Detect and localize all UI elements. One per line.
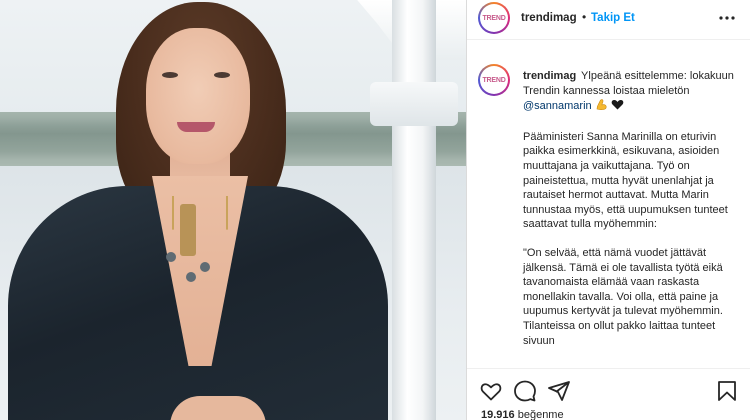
person-face <box>146 28 250 164</box>
person-eye-left <box>162 72 178 78</box>
caption-paragraph-3: "On selvää, että nämä vuodet jättävät jä… <box>523 246 723 347</box>
likes-number: 19.916 <box>481 409 515 420</box>
background-pillar-cap <box>370 82 458 126</box>
caption-first-paragraph: trendimag Ylpeänä esittelemme: lokakuun … <box>523 69 745 116</box>
avatar-logo: TREND <box>480 4 508 32</box>
comment-icon[interactable] <box>513 379 537 403</box>
header-username[interactable]: trendimag <box>521 12 577 24</box>
flexed-biceps-emoji-icon <box>595 98 608 116</box>
more-horizontal-icon[interactable] <box>717 8 737 28</box>
necklace-charm <box>200 262 210 272</box>
necklace-charm <box>186 272 196 282</box>
post-header: TREND trendimag • Takip Et <box>467 0 750 40</box>
likes-count[interactable]: 19.916 beğenme <box>481 409 564 420</box>
person-eye-right <box>214 72 230 78</box>
post-sidebar: TREND trendimag • Takip Et TREND trendim… <box>466 0 750 420</box>
person-hands <box>170 396 266 420</box>
background-pillar <box>392 0 436 420</box>
post-photo[interactable] <box>0 0 466 420</box>
share-icon[interactable] <box>547 379 571 403</box>
caption-avatar[interactable]: TREND <box>478 64 510 96</box>
black-heart-emoji-icon <box>611 98 624 116</box>
caption-area: TREND trendimag Ylpeänä esittelemme: lok… <box>467 62 750 368</box>
separator-dot: • <box>582 10 587 24</box>
mention-link[interactable]: @sannamarin <box>523 100 592 112</box>
likes-label: beğenme <box>517 409 564 420</box>
necklace-charm <box>166 252 176 262</box>
follow-button[interactable]: Takip Et <box>591 12 635 24</box>
caption-paragraph-2: Pääministeri Sanna Marinilla on eturivin… <box>523 130 728 231</box>
avatar-logo: TREND <box>480 66 508 94</box>
bookmark-icon[interactable] <box>715 379 739 403</box>
caption-username[interactable]: trendimag <box>523 70 576 82</box>
necklace-pendant <box>180 204 196 256</box>
person-mouth <box>177 122 215 132</box>
action-bar: 19.916 beğenme <box>467 368 750 420</box>
caption-text: trendimag Ylpeänä esittelemme: lokakuun … <box>523 69 745 348</box>
heart-icon[interactable] <box>479 379 503 403</box>
avatar[interactable]: TREND <box>478 2 510 34</box>
